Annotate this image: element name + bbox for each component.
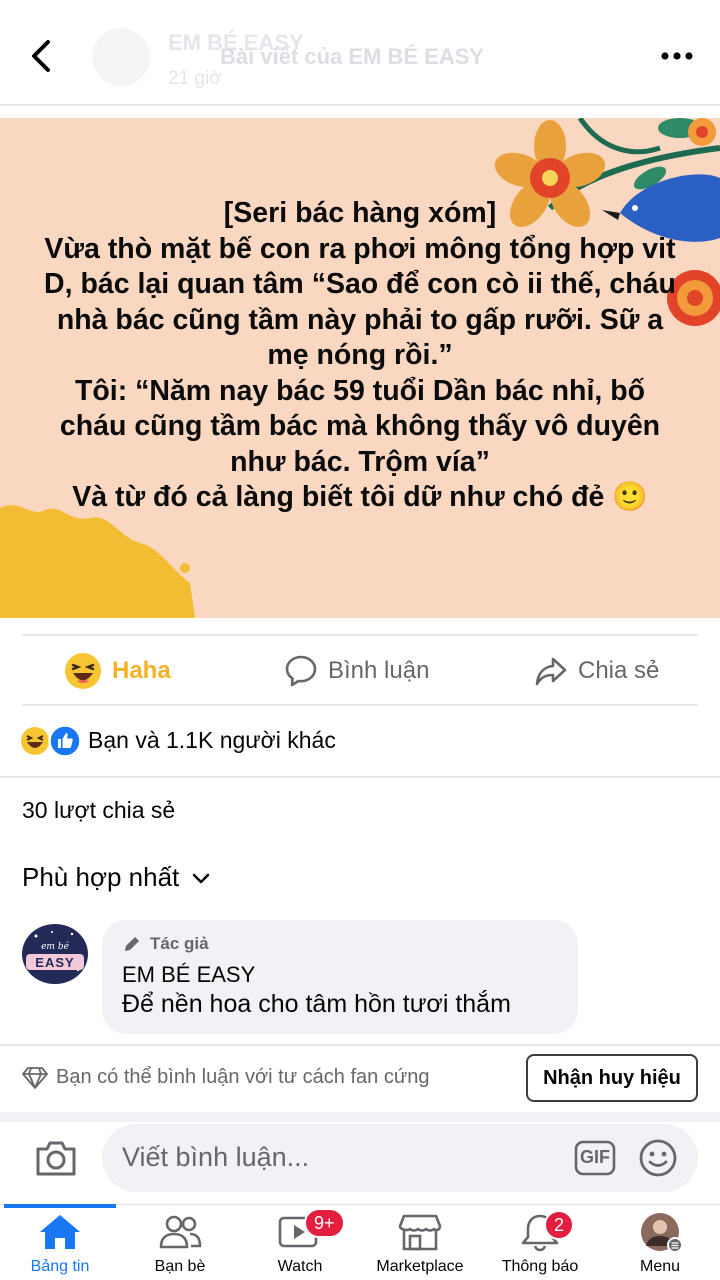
- svg-text:em bé: em bé: [41, 941, 69, 952]
- home-icon: [40, 1215, 80, 1249]
- shares-count[interactable]: 30 lượt chia sẻ: [22, 797, 175, 824]
- divider: [22, 704, 698, 706]
- share-label: Chia sẻ: [578, 657, 660, 684]
- header-title: Bài viết của EM BÉ EASY: [220, 44, 485, 69]
- tab-label: Bảng tin: [30, 1258, 90, 1275]
- notification-badge: 2: [544, 1210, 575, 1240]
- tab-label: Thông báo: [501, 1258, 579, 1275]
- friends-icon: [159, 1215, 202, 1249]
- camera-icon[interactable]: [34, 1138, 78, 1178]
- like-icon: [48, 724, 82, 758]
- marketplace-icon: [398, 1214, 442, 1251]
- back-arrow-icon[interactable]: [24, 36, 64, 76]
- post-detail-screen: EM BÉ EASY 21 giờ Bài viết của EM BÉ EAS…: [0, 0, 720, 1280]
- profile-avatar: [641, 1213, 683, 1252]
- comment-sort-dropdown[interactable]: Phù hợp nhất: [22, 862, 211, 893]
- page-avatar-faded: [92, 28, 150, 86]
- tab-menu[interactable]: Menu: [600, 1210, 720, 1278]
- divider: [0, 776, 720, 778]
- watch-badge: 9+: [304, 1208, 345, 1238]
- tab-label: Bạn bè: [154, 1258, 206, 1275]
- comment-label: Bình luận: [328, 657, 430, 684]
- author-tag: Tác giả: [122, 934, 209, 954]
- author-tag-label: Tác giả: [150, 934, 209, 953]
- reaction-summary[interactable]: Bạn và 1.1K người khác: [20, 724, 336, 758]
- share-button[interactable]: Chia sẻ: [534, 648, 659, 694]
- tab-notifications[interactable]: 2 Thông báo: [480, 1210, 600, 1278]
- tab-label: Watch: [277, 1258, 323, 1275]
- emoji-icon[interactable]: [638, 1138, 678, 1178]
- sort-label: Phù hợp nhất: [22, 862, 180, 892]
- gif-label: GIF: [580, 1147, 610, 1167]
- avatar-logo-text: EASY: [35, 955, 75, 970]
- comment-button[interactable]: Bình luận: [284, 648, 429, 694]
- haha-icon: [65, 653, 101, 689]
- sun-decoration: [0, 505, 195, 618]
- chevron-down-icon: [193, 873, 210, 883]
- comment-text: Để nền hoa cho tâm hồn tươi thắm: [122, 990, 511, 1018]
- post-text-banner: [Seri bác hàng xóm] Vừa thò mặt bế con r…: [0, 118, 720, 618]
- commenter-name[interactable]: EM BÉ EASY: [122, 962, 255, 988]
- fan-badge-text: Bạn có thể bình luận với tư cách fan cứn…: [56, 1066, 430, 1088]
- haha-label: Haha: [112, 657, 171, 684]
- tab-marketplace[interactable]: Marketplace: [360, 1210, 480, 1278]
- haha-icon: [21, 727, 49, 755]
- top-bar: EM BÉ EASY 21 giờ Bài viết của EM BÉ EAS…: [0, 0, 720, 106]
- more-options-icon[interactable]: [660, 44, 694, 68]
- divider: [22, 634, 698, 636]
- post-time-faded: 21 giờ: [168, 68, 222, 89]
- pen-icon: [125, 937, 139, 951]
- tab-news-feed[interactable]: Bảng tin: [0, 1210, 120, 1278]
- get-badge-button[interactable]: Nhận huy hiệu: [526, 1054, 698, 1102]
- tab-label: Menu: [639, 1258, 681, 1275]
- tab-watch[interactable]: 9+ Watch: [240, 1208, 360, 1278]
- post-text: [Seri bác hàng xóm] Vừa thò mặt bế con r…: [44, 197, 676, 513]
- haha-reaction-button[interactable]: Haha: [64, 648, 171, 694]
- fan-badge-notice: Bạn có thể bình luận với tư cách fan cứn…: [22, 1066, 429, 1089]
- commenter-avatar[interactable]: em bé EASY: [22, 924, 88, 984]
- reaction-summary-text: Bạn và 1.1K người khác: [88, 726, 336, 753]
- share-icon: [535, 657, 567, 686]
- reaction-icons: [20, 724, 82, 758]
- tab-friends[interactable]: Bạn bè: [120, 1210, 240, 1278]
- diamond-icon: [22, 1066, 48, 1089]
- comment-icon: [285, 655, 317, 687]
- comment-input-placeholder: Viết bình luận...: [122, 1142, 310, 1172]
- active-tab-indicator: [4, 1204, 116, 1208]
- tab-label: Marketplace: [376, 1258, 464, 1275]
